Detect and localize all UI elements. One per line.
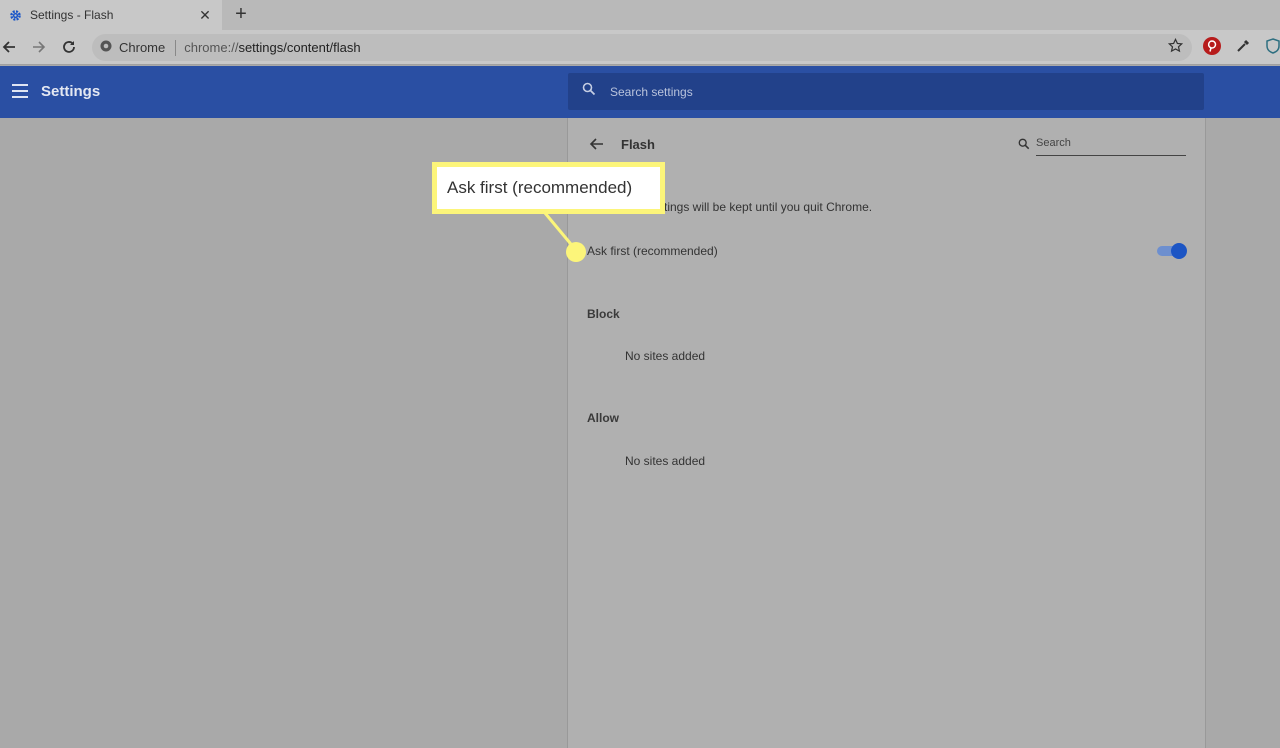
search-placeholder: Search settings: [610, 84, 693, 99]
settings-header: Settings Search settings: [0, 66, 1280, 118]
back-icon[interactable]: [0, 36, 20, 58]
gear-icon: [8, 8, 22, 22]
star-icon[interactable]: [1165, 35, 1185, 55]
separator: [175, 39, 177, 56]
block-empty-text: No sites added: [625, 349, 706, 363]
url-text: chrome://settings/content/flash: [184, 40, 361, 55]
callout-label: Ask first (recommended): [437, 167, 660, 209]
allow-heading: Allow: [587, 411, 619, 425]
callout-box: Ask first (recommended): [432, 162, 665, 214]
search-settings-input[interactable]: Search settings: [568, 73, 1204, 110]
menu-icon[interactable]: [12, 84, 28, 98]
search-placeholder: Search: [1036, 137, 1071, 149]
search-icon: [1018, 137, 1030, 155]
tab-strip: Settings - Flash ✕ +: [0, 0, 1280, 30]
session-note: tings will be kept until you quit Chrome…: [664, 200, 873, 214]
block-heading: Block: [587, 307, 620, 321]
eyedropper-icon[interactable]: [1234, 37, 1252, 55]
shield-icon[interactable]: [1264, 37, 1280, 55]
search-underline: [1036, 155, 1186, 156]
pinterest-icon[interactable]: [1203, 37, 1221, 55]
site-chip: Chrome: [119, 40, 166, 55]
allow-empty-text: No sites added: [625, 454, 706, 468]
address-bar[interactable]: Chrome chrome://settings/content/flash: [92, 34, 1192, 61]
flash-title: Flash: [621, 137, 655, 152]
ask-first-label: Ask first (recommended): [587, 244, 718, 258]
tab-settings-flash[interactable]: Settings - Flash ✕: [0, 0, 222, 30]
plus-icon[interactable]: +: [230, 3, 252, 25]
page-title: Settings: [41, 83, 101, 100]
reload-icon[interactable]: [58, 36, 80, 58]
flash-search-input[interactable]: Search: [1018, 136, 1188, 156]
toggle-knob: [1171, 243, 1187, 259]
browser-toolbar: Chrome chrome://settings/content/flash: [0, 30, 1280, 65]
search-icon: [582, 82, 596, 101]
forward-icon[interactable]: [28, 36, 50, 58]
ask-first-toggle[interactable]: [1157, 243, 1187, 259]
close-icon[interactable]: ✕: [194, 7, 216, 24]
chrome-icon: [100, 40, 112, 55]
arrow-left-icon[interactable]: [588, 136, 606, 152]
tab-title: Settings - Flash: [30, 8, 114, 22]
